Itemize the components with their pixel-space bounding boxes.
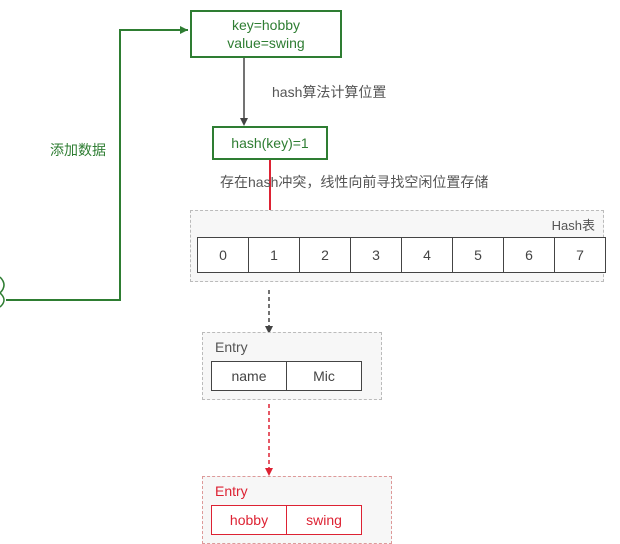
hash-slot-5: 5 xyxy=(452,237,504,273)
entry-existing: Entry name Mic xyxy=(202,332,382,400)
entry1-row: name Mic xyxy=(211,361,373,391)
input-kv-box: key=hobby value=swing xyxy=(190,10,342,58)
input-value-line: value=swing xyxy=(202,34,330,52)
hash-slot-3: 3 xyxy=(350,237,402,273)
hash-step-label: hash算法计算位置 xyxy=(272,82,386,102)
entry1-key: name xyxy=(211,361,287,391)
entry2-title: Entry xyxy=(211,483,383,499)
hash-slot-2: 2 xyxy=(299,237,351,273)
entry2-value: swing xyxy=(286,505,362,535)
collision-label: 存在hash冲突，线性向前寻找空闲位置存储 xyxy=(220,172,488,192)
hash-slot-1: 1 xyxy=(248,237,300,273)
hash-row: 0 1 2 3 4 5 6 7 xyxy=(197,237,606,273)
hash-table: Hash表 0 1 2 3 4 5 6 7 xyxy=(190,210,604,282)
hash-table-title: Hash表 xyxy=(552,215,595,234)
hash-slot-7: 7 xyxy=(554,237,606,273)
entry2-row: hobby swing xyxy=(211,505,383,535)
hash-result-text: hash(key)=1 xyxy=(231,135,308,151)
hash-slot-6: 6 xyxy=(503,237,555,273)
hash-result-box: hash(key)=1 xyxy=(212,126,328,160)
diagram-canvas: key=hobby value=swing 添加数据 hash算法计算位置 ha… xyxy=(0,0,620,543)
entry1-value: Mic xyxy=(286,361,362,391)
hash-slot-0: 0 xyxy=(197,237,249,273)
add-data-label: 添加数据 xyxy=(50,140,106,160)
input-key-line: key=hobby xyxy=(202,16,330,34)
entry1-title: Entry xyxy=(211,339,373,355)
entry2-key: hobby xyxy=(211,505,287,535)
hash-slot-4: 4 xyxy=(401,237,453,273)
entry-new: Entry hobby swing xyxy=(202,476,392,544)
